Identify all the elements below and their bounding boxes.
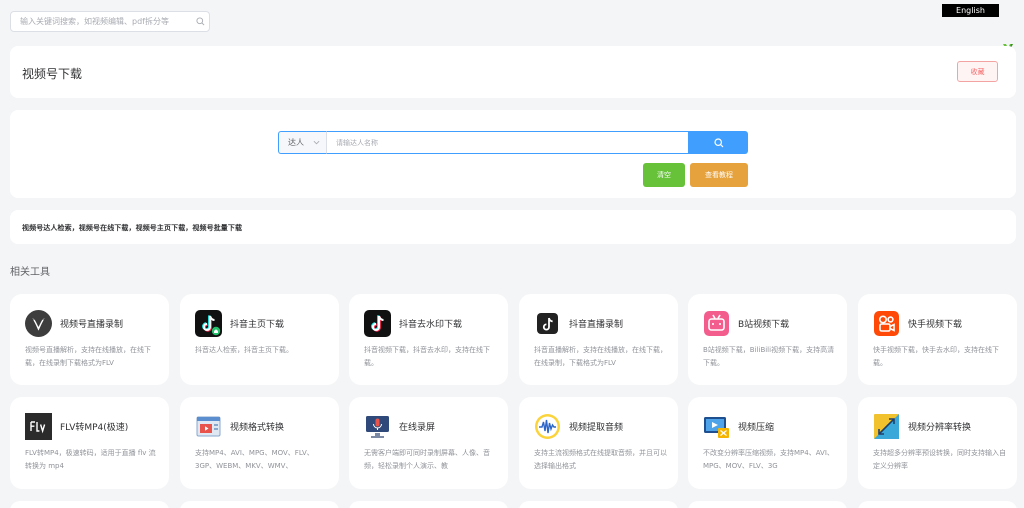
clear-button[interactable]: 清空 xyxy=(643,163,685,187)
tool-description: FLV转MP4，极速转码，适用于直播 flv 流转换为 mp4 xyxy=(25,449,156,470)
tool-name: 在线录屏 xyxy=(399,423,436,433)
global-search-input[interactable] xyxy=(11,12,191,31)
description-card: 视频号达人检索，视频号在线下载，视频号主页下载，视频号批量下载 xyxy=(10,210,1016,244)
related-tools-title: 相关工具 xyxy=(10,267,50,278)
tool-description: 不改变分辨率压缩视频，支持MP4、AVI、MPG、MOV、FLV、3G xyxy=(703,449,834,470)
tool-card[interactable]: 视频分辨率转换 支持超多分辨率预设转换，同时支持输入自定义分辨率 xyxy=(858,397,1017,489)
tool-name: 抖音去水印下载 xyxy=(399,320,463,330)
global-search[interactable] xyxy=(10,11,210,32)
tool-card[interactable]: 抖音去水印下载 抖音视频下载，抖音去水印，支持在线下载。 xyxy=(349,294,508,385)
favorite-button[interactable]: 收藏 xyxy=(957,61,998,82)
tool-description: 支持MP4、AVI、MPG、MOV、FLV、3GP、WEBM、MKV、WMV、 xyxy=(195,449,314,470)
tool-description: B站视频下载，BiliBili视频下载，支持高清下载。 xyxy=(703,346,835,367)
tool-card[interactable]: 视频提取音频 支持主流视频格式在线提取音频，并且可以选择输出格式 xyxy=(519,397,678,489)
tool-name: 快手视频下载 xyxy=(908,320,963,330)
tool-card[interactable] xyxy=(180,501,339,508)
resolution-icon xyxy=(873,413,900,440)
search-icon[interactable] xyxy=(191,12,209,31)
tool-description: 支持主流视频格式在线提取音频，并且可以选择输出格式 xyxy=(534,449,667,470)
wechat-channels-icon xyxy=(25,310,52,337)
search-type-select[interactable]: 达人 xyxy=(278,131,326,154)
kuaishou-icon xyxy=(873,310,900,337)
tool-name: 视频格式转换 xyxy=(230,423,285,433)
tool-name: FLV转MP4(极速) xyxy=(60,423,129,433)
bilibili-icon xyxy=(703,310,730,337)
search-type-value: 达人 xyxy=(288,138,304,147)
flv-icon xyxy=(25,413,52,440)
screen-record-icon xyxy=(364,413,391,440)
tool-card[interactable] xyxy=(10,501,169,508)
tool-name: 抖音主页下载 xyxy=(230,320,285,330)
tool-description: 抖音达人检索，抖音主页下载。 xyxy=(195,346,293,354)
tool-name: 视频分辨率转换 xyxy=(908,423,972,433)
tool-card[interactable]: 视频号直播录制 视频号直播解析，支持在线播放，在线下载，在线录制下载格式为FLV xyxy=(10,294,169,385)
tool-name: 视频提取音频 xyxy=(569,423,624,433)
search-button[interactable] xyxy=(689,131,748,154)
search-card: 达人 清空 查看教程 xyxy=(10,110,1016,198)
tutorial-button[interactable]: 查看教程 xyxy=(690,163,748,187)
tool-description: 抖音视频下载，抖音去水印，支持在线下载。 xyxy=(364,346,490,367)
audio-extract-icon xyxy=(534,413,561,440)
description-text: 视频号达人检索，视频号在线下载，视频号主页下载，视频号批量下载 xyxy=(22,224,243,232)
douyin-home-icon xyxy=(195,310,222,337)
douyin-live-icon xyxy=(534,310,561,337)
tool-card[interactable]: 视频压缩 不改变分辨率压缩视频，支持MP4、AVI、MPG、MOV、FLV、3G xyxy=(688,397,847,489)
search-icon xyxy=(713,133,724,152)
tool-card[interactable] xyxy=(858,501,1017,508)
tool-card[interactable]: 视频格式转换 支持MP4、AVI、MPG、MOV、FLV、3GP、WEBM、MK… xyxy=(180,397,339,489)
chevron-down-icon xyxy=(313,138,320,147)
title-card: 视频号下载 收藏 xyxy=(10,46,1016,98)
tool-card[interactable] xyxy=(688,501,847,508)
tool-description: 视频号直播解析，支持在线播放，在线下载，在线录制下载格式为FLV xyxy=(25,346,151,367)
language-button[interactable]: English xyxy=(942,4,999,17)
tool-card[interactable]: FLV转MP4(极速) FLV转MP4，极速转码，适用于直播 flv 流转换为 … xyxy=(10,397,169,489)
tool-name: 视频压缩 xyxy=(738,423,775,433)
tool-card[interactable] xyxy=(349,501,508,508)
tool-name: B站视频下载 xyxy=(738,320,790,330)
tool-name: 抖音直播录制 xyxy=(569,320,624,330)
tool-description: 快手视频下载，快手去水印，支持在线下载。 xyxy=(873,346,999,367)
tool-card[interactable]: 抖音直播录制 抖音直播解析，支持在线播放，在线下载，在线录制，下载格式为FLV xyxy=(519,294,678,385)
tool-card[interactable] xyxy=(519,501,678,508)
video-compress-icon xyxy=(703,413,730,440)
tool-name: 视频号直播录制 xyxy=(60,320,124,330)
tool-card[interactable]: B站视频下载 B站视频下载，BiliBili视频下载，支持高清下载。 xyxy=(688,294,847,385)
tool-card[interactable]: 在线录屏 无需客户端即可同时录制屏幕、人像、音频，轻松录制个人演示、教 xyxy=(349,397,508,489)
page-title: 视频号下载 xyxy=(22,67,83,81)
search-bar: 达人 xyxy=(278,131,748,154)
tool-card[interactable]: 抖音主页下载 抖音达人检索，抖音主页下载。 xyxy=(180,294,339,385)
tool-description: 无需客户端即可同时录制屏幕、人像、音频，轻松录制个人演示、教 xyxy=(364,449,490,470)
tool-description: 抖音直播解析，支持在线播放，在线下载，在线录制，下载格式为FLV xyxy=(534,346,667,367)
name-input[interactable] xyxy=(326,131,689,154)
video-format-icon xyxy=(195,413,222,440)
tool-description: 支持超多分辨率预设转换，同时支持输入自定义分辨率 xyxy=(873,449,1006,470)
douyin-icon xyxy=(364,310,391,337)
tool-card[interactable]: 快手视频下载 快手视频下载，快手去水印，支持在线下载。 xyxy=(858,294,1017,385)
